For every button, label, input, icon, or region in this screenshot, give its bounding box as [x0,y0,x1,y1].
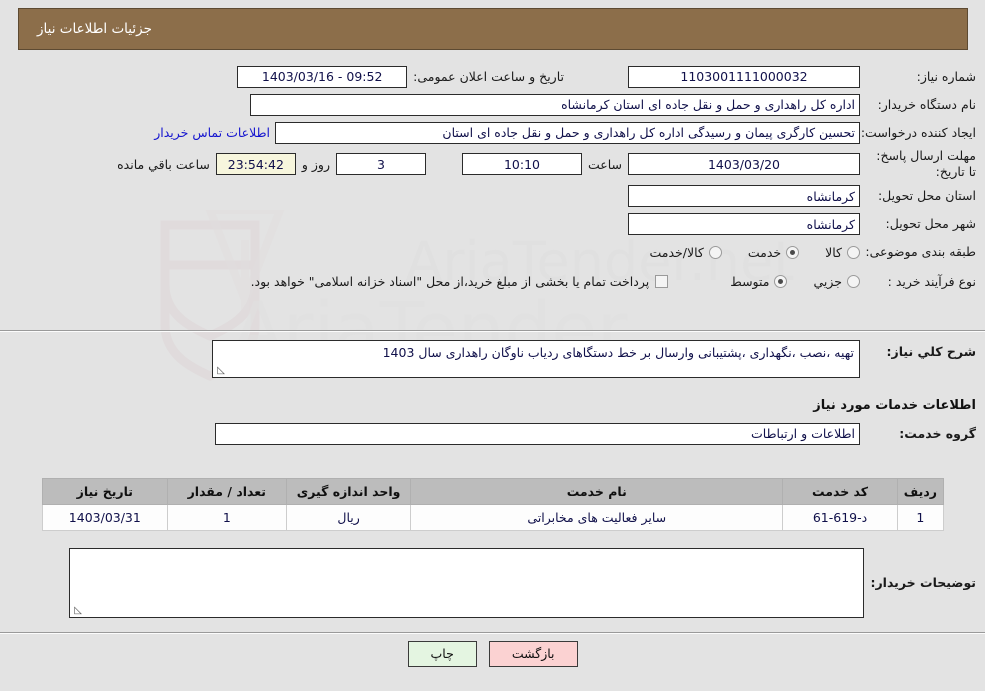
process-label: نوع فرآیند خرید : [887,273,976,289]
row-city: شهر محل تحویل: کرمانشاه [10,212,976,237]
buyer-org-label: نام دستگاه خریدار: [877,96,976,112]
page-root: AriaTender.net AriaTender جزئیات اطلاعات… [0,0,985,691]
cell-row-no: 1 [896,504,945,531]
th-need-date: تاریخ نیاز [42,478,168,505]
th-row-no: ردیف [896,478,945,505]
deadline-time-value: 10:10 [461,153,582,176]
public-announce-label: تاریخ و ساعت اعلان عمومی: [413,69,564,84]
row-service-group: گروه خدمت: اطلاعات و ارتباطات [10,421,976,446]
radio-icon-kala-khedmat[interactable] [708,245,722,259]
action-button-bar: بازگشت چاپ [0,641,985,667]
radio-option-kala[interactable]: کالا [825,245,860,260]
radio-label-kala-khedmat: کالا/خدمت [649,244,704,260]
radio-icon-jozei[interactable] [847,275,860,288]
row-buyer-org: نام دستگاه خریدار: اداره کل راهداری و حم… [10,92,976,117]
radio-icon-motevaset[interactable] [774,275,788,288]
print-button[interactable]: چاپ [407,641,477,667]
cell-need-date: 1403/03/31 [42,504,168,531]
table-header-row: ردیف کد خدمت نام خدمت واحد اندازه گیری ت… [42,478,945,505]
window-title-bar: جزئیات اطلاعات نیاز [18,8,968,50]
province-label: استان محل تحویل: [877,188,976,204]
city-label: شهر محل تحویل: [885,216,976,232]
services-section: اطلاعات خدمات مورد نیاز گروه خدمت: اطلاع… [10,388,976,449]
radio-option-motevaset[interactable]: متوسط [730,274,788,289]
radio-label-kala: کالا [825,244,842,260]
province-value: کرمانشاه [628,185,860,207]
treasury-checkbox-label: پرداخت تمام یا بخشی از مبلغ خرید،از محل … [250,274,650,289]
row-creator: ایجاد کننده درخواست: تحسین کارگری پیمان … [10,120,976,145]
divider-bottom [0,632,985,634]
deadline-label: مهلت ارسال پاسخ: تا تاریخ: [876,148,976,180]
city-value: کرمانشاه [628,213,860,235]
radio-icon-kala[interactable] [847,245,860,259]
resize-grip-icon[interactable]: ◺ [215,366,225,376]
services-heading: اطلاعات خدمات مورد نیاز [813,398,976,413]
hour-label: ساعت [587,156,622,172]
radio-icon-khedmat[interactable] [786,245,800,259]
row-process: نوع فرآیند خرید : جزیي متوسط پرداخت تمام… [10,268,976,296]
buyer-notes-textarea[interactable]: ◺ [69,548,864,618]
row-buyer-notes: توضیحات خریدار: ◺ [10,548,976,618]
radio-label-jozei: جزیي [813,274,842,289]
radio-option-jozei[interactable]: جزیي [813,274,860,289]
buyer-notes-label: توضیحات خریدار: [870,575,976,591]
resize-grip-icon-notes[interactable]: ◺ [72,606,82,616]
services-table: ردیف کد خدمت نام خدمت واحد اندازه گیری ت… [42,478,945,531]
row-deadline: مهلت ارسال پاسخ: تا تاریخ: 1403/03/20 سا… [10,148,976,181]
countdown-timer: 23:54:42 [215,153,296,176]
buyer-contact-link[interactable]: اطلاعات تماس خریدار [149,125,275,140]
cell-quantity: 1 [166,504,287,531]
row-province: استان محل تحویل: کرمانشاه [10,184,976,209]
buyer-notes-section: توضیحات خریدار: ◺ [10,548,976,621]
need-info-panel: شماره نیاز: 1103001111000032 تاریخ و ساع… [10,58,976,299]
need-number-label: شماره نیاز: [916,68,976,84]
row-description: شرح كلي نياز: تهیه ،نصب ،نگهداری ،پشتیبا… [10,340,976,378]
page-title: جزئیات اطلاعات نیاز [37,21,152,37]
days-remaining-value: 3 [335,153,426,176]
row-need-number: شماره نیاز: 1103001111000032 تاریخ و ساع… [10,64,976,89]
public-announce-value: 1403/03/16 - 09:52 [237,65,408,88]
radio-label-motevaset: متوسط [730,274,770,289]
radio-option-khedmat[interactable]: خدمت [747,244,800,260]
description-value: تهیه ،نصب ،نگهداری ،پشتیبانی وارسال بر خ… [382,345,854,360]
table-row: 1 د-619-61 سایر فعالیت های مخابراتی ریال… [42,504,945,531]
back-button[interactable]: بازگشت [488,641,578,667]
th-service-code: کد خدمت [782,478,898,505]
buyer-org-value: اداره کل راهداری و حمل و نقل جاده ای است… [250,93,860,116]
description-section: شرح كلي نياز: تهیه ،نصب ،نگهداری ،پشتیبا… [10,340,976,381]
th-service-name: نام خدمت [410,478,784,505]
creator-value: تحسین کارگری پیمان و رسیدگی اداره کل راه… [275,121,860,144]
description-textarea[interactable]: تهیه ،نصب ،نگهداری ،پشتیبانی وارسال بر خ… [212,340,860,378]
row-category: طبقه بندی موضوعی: کالا خدمت کالا/خدمت [10,240,976,265]
need-number-value: 1103001111000032 [628,65,860,88]
radio-label-khedmat: خدمت [747,244,782,260]
category-radio-group: کالا خدمت کالا/خدمت [623,245,860,260]
cell-service-code: د-619-61 [782,504,898,531]
creator-label: ایجاد کننده درخواست: [860,124,976,140]
divider-top [0,330,985,332]
cell-unit: ریال [285,504,412,531]
process-radio-group: جزیي متوسط [704,274,860,289]
cell-service-name: سایر فعالیت های مخابراتی [410,504,784,531]
service-group-value: اطلاعات و ارتباطات [215,422,860,445]
treasury-checkbox-row[interactable]: پرداخت تمام یا بخشی از مبلغ خرید،از محل … [251,274,669,289]
deadline-date-value: 1403/03/20 [628,153,860,176]
days-label: روز و [301,156,330,172]
description-label: شرح كلي نياز: [886,344,976,359]
radio-option-kala-khedmat[interactable]: کالا/خدمت [649,244,722,260]
th-unit: واحد اندازه گیری [285,478,412,505]
services-table-wrap: ردیف کد خدمت نام خدمت واحد اندازه گیری ت… [10,472,976,531]
category-label: طبقه بندی موضوعی: [865,244,976,260]
checkbox-icon-treasury[interactable] [655,275,669,288]
th-quantity: تعداد / مقدار [166,478,287,505]
countdown-suffix-label: ساعت باقي مانده [117,156,210,172]
service-group-label: گروه خدمت: [899,425,976,441]
